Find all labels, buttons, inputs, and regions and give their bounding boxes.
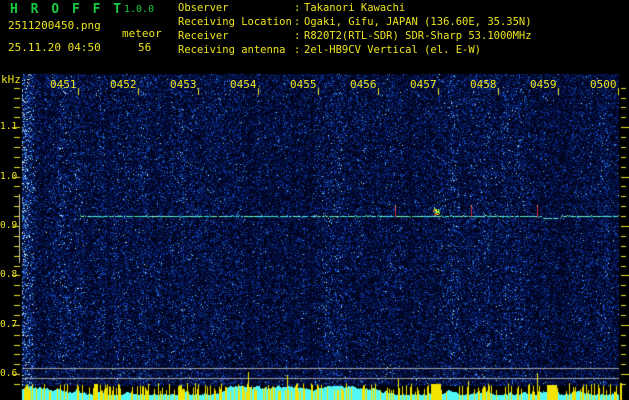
info-separator: :	[294, 16, 301, 28]
freq-label-0-6: 0.6	[0, 368, 18, 379]
freq-label-1-1: 1.1	[0, 121, 18, 132]
time-label-0459: 0459	[530, 78, 557, 91]
info-label: Observer	[178, 2, 229, 14]
time-label-0453: 0453	[170, 78, 197, 91]
info-label: Receiving antenna	[178, 44, 286, 56]
info-label: Receiver	[178, 30, 229, 42]
freq-label-0-8: 0.8	[0, 269, 18, 280]
time-label-0456: 0456	[350, 78, 377, 91]
time-label-0455: 0455	[290, 78, 317, 91]
freq-axis-unit: kHz	[1, 73, 21, 86]
info-row-receiver: Receiver: R820T2(RTL-SDR) SDR-Sharp 53.10…	[178, 31, 532, 44]
time-label-0458: 0458	[470, 78, 497, 91]
echo-count: 56	[138, 41, 152, 54]
info-separator: :	[294, 2, 301, 14]
info-row-observer: Observer: Takanori Kawachi	[178, 3, 405, 16]
info-value: Takanori Kawachi	[304, 2, 406, 14]
freq-label-1-0: 1.0	[0, 171, 18, 182]
app-title: H R O F F T	[10, 2, 124, 17]
freq-label-0-7: 0.7	[0, 319, 18, 330]
hrofft-screen: H R O F F T 1.0.0 2511200450.png meteor …	[0, 0, 629, 400]
mode-label: meteor	[122, 27, 162, 40]
info-value: Ogaki, Gifu, JAPAN (136.60E, 35.35N)	[304, 16, 532, 28]
freq-label-0-9: 0.9	[0, 220, 18, 231]
spectrogram-canvas	[0, 0, 629, 400]
time-label-0500: 0500	[590, 78, 617, 91]
output-filename: 2511200450.png	[8, 19, 101, 32]
app-version: 1.0.0	[124, 4, 155, 15]
time-label-0452: 0452	[110, 78, 137, 91]
info-value: 2el-HB9CV Vertical (el. E-W)	[304, 44, 482, 56]
info-separator: :	[294, 44, 301, 56]
time-label-0454: 0454	[230, 78, 257, 91]
observation-datetime: 25.11.20 04:50	[8, 41, 101, 54]
info-separator: :	[294, 30, 301, 42]
info-value: R820T2(RTL-SDR) SDR-Sharp 53.1000MHz	[304, 30, 532, 42]
time-label-0451: 0451	[50, 78, 77, 91]
time-label-0457: 0457	[410, 78, 437, 91]
info-row-antenna: Receiving antenna:2el-HB9CV Vertical (el…	[178, 45, 481, 58]
info-label: Receiving Location	[178, 16, 292, 28]
info-row-location: Receiving Location: Ogaki, Gifu, JAPAN (1…	[178, 17, 532, 30]
